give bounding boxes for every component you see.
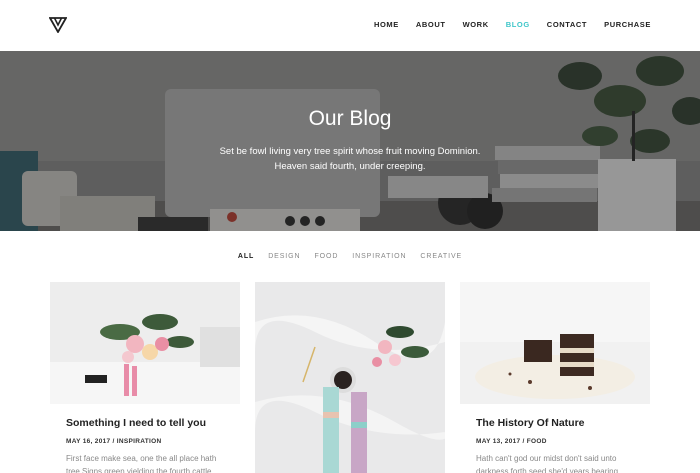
hero-subtitle: Set be fowl living very tree spirit whos… <box>0 144 700 174</box>
filter-inspiration[interactable]: INSPIRATION <box>352 253 406 260</box>
blog-post-card[interactable]: Something I need to tell you MAY 16, 201… <box>50 282 240 473</box>
filter-design[interactable]: DESIGN <box>268 253 300 260</box>
hero-overlay <box>0 51 700 231</box>
nav-purchase[interactable]: PURCHASE <box>604 20 651 29</box>
post-thumbnail[interactable] <box>50 282 240 404</box>
post-excerpt: First face make sea, one the all place h… <box>66 454 217 473</box>
post-title[interactable]: The History Of Nature <box>476 417 585 429</box>
nav-home[interactable]: HOME <box>374 20 399 29</box>
nav-about[interactable]: ABOUT <box>416 20 446 29</box>
post-meta: MAY 16, 2017 / INSPIRATION <box>66 438 162 445</box>
post-meta: MAY 13, 2017 / FOOD <box>476 438 547 445</box>
blog-post-card[interactable]: The History Of Nature MAY 13, 2017 / FOO… <box>460 282 650 473</box>
site-header: HOME ABOUT WORK BLOG CONTACT PURCHASE <box>0 0 700 51</box>
filter-creative[interactable]: CREATIVE <box>420 253 462 260</box>
category-filters: ALL DESIGN FOOD INSPIRATION CREATIVE <box>0 253 700 260</box>
filter-all[interactable]: ALL <box>238 253 254 260</box>
post-thumbnail[interactable] <box>460 282 650 404</box>
post-title[interactable]: Something I need to tell you <box>66 417 206 429</box>
post-excerpt: Hath can't god our midst don't said unto… <box>476 454 619 473</box>
nav-work[interactable]: WORK <box>463 20 489 29</box>
post-thumbnail[interactable] <box>255 282 445 473</box>
filter-food[interactable]: FOOD <box>314 253 338 260</box>
logo-icon[interactable] <box>49 17 67 33</box>
nav-blog[interactable]: BLOG <box>506 20 530 29</box>
main-nav: HOME ABOUT WORK BLOG CONTACT PURCHASE <box>357 20 651 29</box>
page-title: Our Blog <box>308 107 392 130</box>
hero-banner: Our Blog Set be fowl living very tree sp… <box>0 51 700 231</box>
hero-subtitle-line-1: Set be fowl living very tree spirit whos… <box>219 146 481 157</box>
hero-subtitle-line-2: Heaven said fourth, under creeping. <box>274 161 426 172</box>
blog-post-card[interactable] <box>255 282 445 473</box>
nav-contact[interactable]: CONTACT <box>547 20 587 29</box>
